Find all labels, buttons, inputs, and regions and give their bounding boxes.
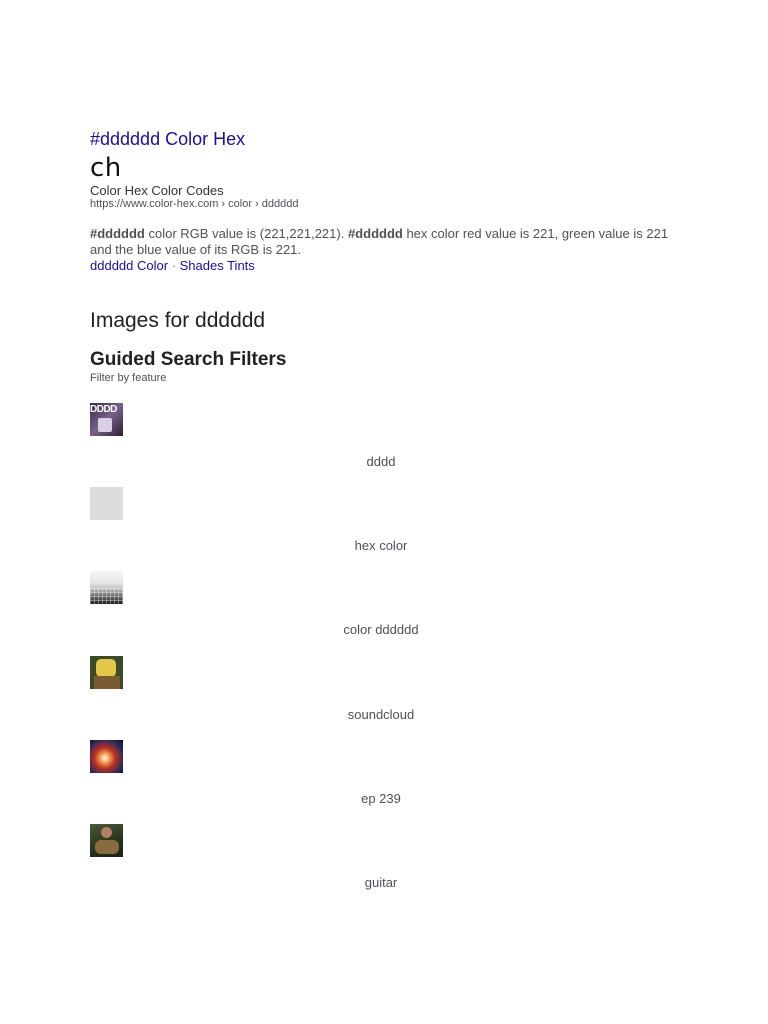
result-snippet: #dddddd color RGB value is (221,221,221)… bbox=[90, 226, 690, 258]
thumbnail-figure bbox=[98, 418, 112, 432]
snippet-bold-term: #dddddd bbox=[347, 226, 403, 241]
filter-label[interactable]: soundcloud bbox=[0, 707, 762, 723]
thumbnail-figure bbox=[95, 840, 119, 854]
filter-thumbnail[interactable] bbox=[90, 824, 123, 857]
filter-thumbnail[interactable] bbox=[90, 740, 123, 773]
shades-grid bbox=[90, 588, 123, 604]
images-heading[interactable]: Images for dddddd bbox=[90, 308, 265, 334]
filter-label[interactable]: ep 239 bbox=[0, 791, 762, 807]
filter-label[interactable]: guitar bbox=[0, 875, 762, 891]
sitelinks: dddddd Color · Shades Tints bbox=[90, 258, 690, 274]
result-url[interactable]: https://www.color-hex.com › color › dddd… bbox=[90, 198, 690, 211]
thumbnail-figure bbox=[96, 659, 116, 677]
search-result: #dddddd Color Hex ch Color Hex Color Cod… bbox=[90, 128, 690, 274]
site-name: Color Hex Color Codes bbox=[90, 183, 224, 198]
thumbnail-figure bbox=[101, 827, 112, 838]
filter-item-guitar[interactable]: guitar bbox=[0, 824, 768, 908]
result-title-link[interactable]: #dddddd Color Hex bbox=[90, 128, 690, 150]
filter-item-color-dddddd[interactable]: color dddddd bbox=[0, 571, 768, 655]
filter-label[interactable]: hex color bbox=[0, 538, 762, 554]
snippet-bold-term: #dddddd bbox=[90, 226, 145, 241]
filter-thumbnail[interactable] bbox=[90, 656, 123, 689]
site-logo: ch bbox=[90, 153, 122, 183]
filter-item-hex-color[interactable]: hex color bbox=[0, 487, 768, 571]
guided-filters-heading: Guided Search Filters bbox=[90, 349, 287, 370]
filter-label[interactable]: color dddddd bbox=[0, 622, 762, 638]
sitelink-separator: · bbox=[168, 258, 180, 273]
sitelink-dddddd-color[interactable]: dddddd Color bbox=[90, 258, 168, 273]
thumbnail-text: DDDD bbox=[90, 404, 117, 415]
thumbnail-figure bbox=[94, 676, 120, 689]
filter-item-dddd[interactable]: DDDD dddd bbox=[0, 403, 768, 487]
filter-thumbnail[interactable] bbox=[90, 487, 123, 520]
guided-filters-subheading: Filter by feature bbox=[90, 372, 167, 384]
snippet-text: color RGB value is (221,221,221). bbox=[144, 226, 348, 241]
filter-thumbnail[interactable]: DDDD bbox=[90, 403, 123, 436]
filter-item-soundcloud[interactable]: soundcloud bbox=[0, 656, 768, 740]
filter-thumbnail[interactable] bbox=[90, 571, 123, 604]
filter-item-ep-239[interactable]: ep 239 bbox=[0, 740, 768, 824]
sitelink-shades-tints[interactable]: Shades Tints bbox=[180, 258, 255, 273]
filter-label[interactable]: dddd bbox=[0, 454, 762, 470]
